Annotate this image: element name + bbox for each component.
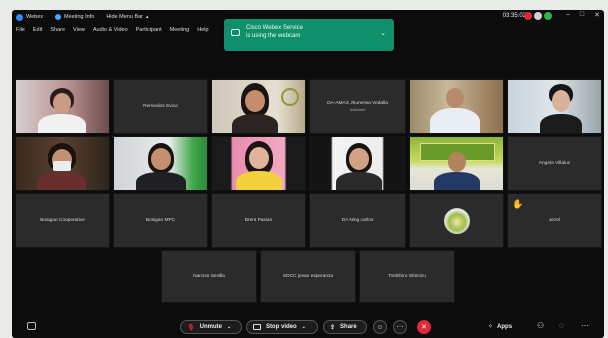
- webcam-icon: [231, 29, 240, 36]
- titlebar-status-icons: [524, 12, 552, 20]
- video-tile[interactable]: Narciso Sevilla: [161, 250, 257, 303]
- meeting-timer: 03:35:02: [502, 13, 526, 19]
- menu-participant[interactable]: Participant: [136, 27, 162, 33]
- video-tile[interactable]: [113, 136, 208, 191]
- apps-grid-icon: ⁘: [488, 324, 494, 330]
- video-tile[interactable]: Bosigan MPC: [113, 193, 208, 248]
- video-tile[interactable]: Bosigan Cooperative: [15, 193, 110, 248]
- webex-window: Webex Meeting Info Hide Menu Bar ▴ 03:35…: [12, 10, 604, 338]
- leave-meeting-button[interactable]: ✕: [417, 320, 431, 334]
- chevron-down-icon[interactable]: ⌄: [380, 30, 386, 38]
- video-tile[interactable]: Brent Pasian: [211, 193, 306, 248]
- video-tile[interactable]: Angela Villaluz: [507, 136, 602, 191]
- chevron-down-icon[interactable]: ⌄: [227, 324, 231, 330]
- close-icon[interactable]: ✕: [594, 11, 600, 19]
- chevron-down-icon[interactable]: ⌄: [302, 324, 306, 330]
- participant-video: [508, 80, 601, 133]
- participants-icon[interactable]: ⚇: [537, 321, 544, 330]
- chevron-up-icon: ▴: [146, 14, 149, 20]
- apps-button[interactable]: ⁘ Apps: [488, 323, 512, 331]
- participant-video: [212, 80, 305, 133]
- video-tile[interactable]: [507, 79, 602, 134]
- video-tile[interactable]: [409, 136, 504, 191]
- video-tile[interactable]: Remedios Evica: [113, 79, 208, 134]
- info-icon: [55, 14, 62, 20]
- unmute-button[interactable]: 🎙 Unmute ⌄: [180, 320, 242, 334]
- chat-bubble-icon[interactable]: ◌: [559, 321, 564, 330]
- hide-menu-bar-button[interactable]: Hide Menu Bar ▴: [106, 14, 148, 20]
- participant-video: [16, 80, 109, 133]
- menu-view[interactable]: View: [73, 27, 85, 33]
- webcam-notification[interactable]: Cisco Webex Service is using the webcam …: [224, 19, 394, 51]
- video-tile[interactable]: [211, 136, 306, 191]
- more-options-button[interactable]: ⋯: [393, 320, 407, 334]
- maximize-icon[interactable]: □: [580, 11, 584, 19]
- chat-icon[interactable]: [27, 322, 36, 330]
- video-tile[interactable]: SDCC jovan esperanza: [260, 250, 356, 303]
- menu-share[interactable]: Share: [50, 27, 65, 33]
- raised-hand-icon: ✋: [512, 199, 524, 209]
- video-tile[interactable]: DA Ning carlos: [309, 193, 406, 248]
- video-camera-icon: [253, 324, 261, 330]
- app-title: Webex: [16, 13, 43, 21]
- smiley-icon: ☺: [376, 323, 384, 331]
- layout-icon[interactable]: [534, 12, 542, 20]
- video-tile[interactable]: [15, 79, 110, 134]
- video-tile[interactable]: [211, 79, 306, 134]
- menu-bar: File Edit Share View Audio & Video Parti…: [12, 24, 217, 35]
- video-tile[interactable]: ✋ Jezel: [507, 193, 602, 248]
- participant-video: [16, 137, 109, 190]
- network-status-icon[interactable]: [544, 12, 552, 20]
- participant-video: [410, 137, 503, 190]
- muted-microphone-icon: 🎙: [187, 324, 195, 331]
- more-icon: ⋯: [396, 324, 404, 331]
- participant-video: [212, 137, 305, 190]
- reactions-button[interactable]: ☺: [373, 320, 387, 334]
- video-tile[interactable]: [309, 136, 406, 191]
- participant-video: [410, 80, 503, 133]
- close-icon: ✕: [421, 324, 427, 331]
- menu-audio-video[interactable]: Audio & Video: [93, 27, 128, 33]
- avatar: [443, 207, 470, 234]
- meeting-info-button[interactable]: Meeting Info: [55, 14, 94, 20]
- minimize-icon[interactable]: –: [566, 11, 570, 19]
- recording-icon[interactable]: [524, 12, 532, 20]
- window-controls: – □ ✕: [566, 11, 600, 19]
- video-tile[interactable]: [15, 136, 110, 191]
- video-tile[interactable]: [409, 79, 504, 134]
- video-tile[interactable]: DA-AMAS Jhunessa Vedalla Unlimited: [309, 79, 406, 134]
- more-panels-icon[interactable]: ⋯: [581, 321, 589, 330]
- video-tile[interactable]: [409, 193, 504, 248]
- menu-meeting[interactable]: Meeting: [170, 27, 190, 33]
- stop-video-button[interactable]: Stop video ⌄: [246, 320, 318, 334]
- participant-video: [310, 137, 405, 190]
- menu-edit[interactable]: Edit: [33, 27, 42, 33]
- share-screen-icon: ⇪: [330, 324, 336, 331]
- share-button[interactable]: ⇪ Share: [323, 320, 367, 334]
- meeting-controls: 🎙 Unmute ⌄ Stop video ⌄ ⇪ Share ☺ ⋯ ✕ ⁘ …: [12, 314, 604, 338]
- menu-help[interactable]: Help: [197, 27, 208, 33]
- menu-file[interactable]: File: [16, 27, 25, 33]
- video-tile[interactable]: Toshihiro Shimizu: [359, 250, 455, 303]
- participant-video: [114, 137, 207, 190]
- webex-logo-icon: [16, 13, 23, 21]
